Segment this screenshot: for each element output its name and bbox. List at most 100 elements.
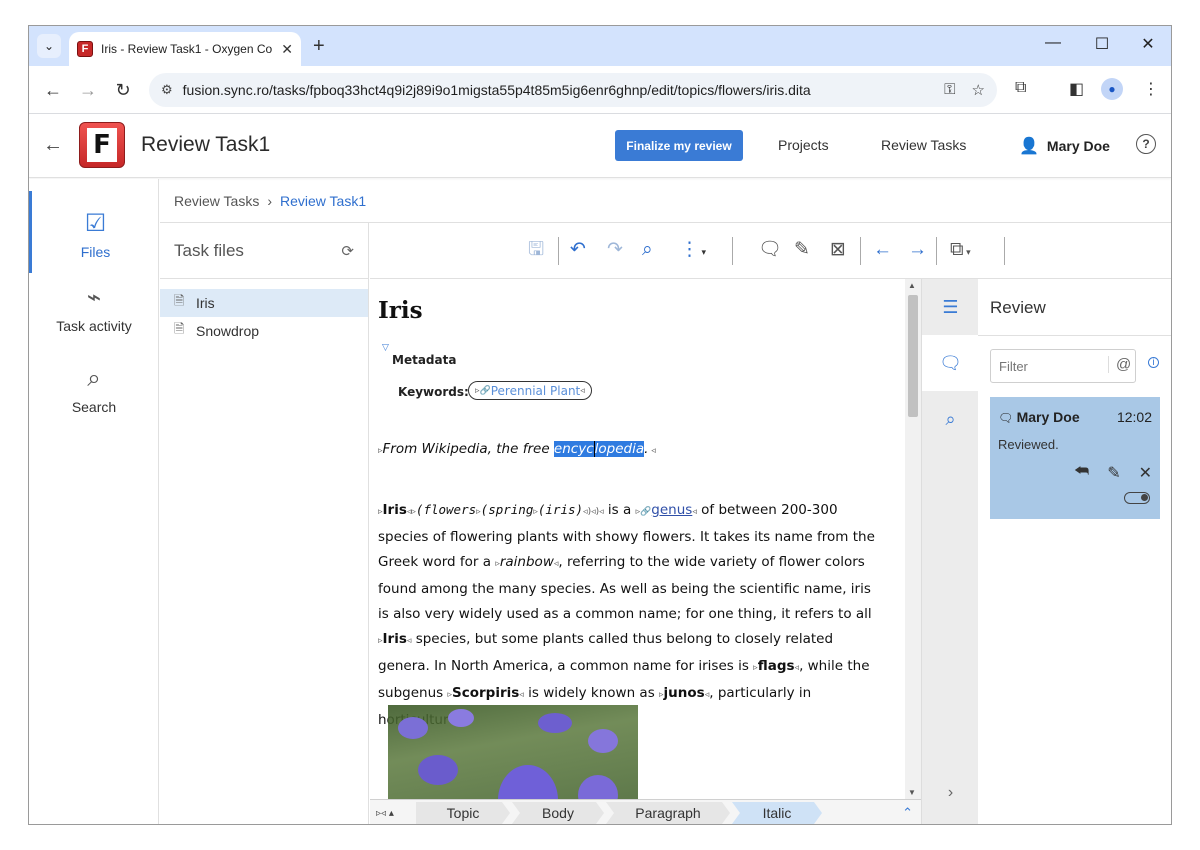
task-files-panel: Task files ⟳ 🗎 Iris 🗎 Snowdrop [160, 223, 369, 824]
scroll-up-icon[interactable]: ▲ [908, 281, 916, 290]
window-close-icon[interactable]: ✕ [1128, 34, 1168, 54]
index-spring: (spring [480, 502, 534, 517]
term-junos: junos [663, 685, 705, 701]
reply-icon[interactable]: ⮪ [1074, 463, 1089, 483]
edit-comment-icon[interactable]: ✎ [794, 239, 810, 261]
link-genus[interactable]: genus [651, 502, 692, 518]
mention-filter-icon[interactable]: @ [1108, 356, 1131, 373]
comment-time: 12:02 [1116, 409, 1152, 425]
element-crumb-paragraph[interactable]: Paragraph [606, 802, 730, 824]
next-change-icon[interactable]: → [908, 239, 927, 261]
find-icon[interactable]: ⌕ [642, 239, 653, 261]
delete-comment-icon[interactable]: ⊠ [830, 239, 846, 261]
nav-review-tasks[interactable]: Review Tasks [881, 137, 966, 153]
breadcrumb-separator-icon: › [267, 192, 272, 209]
divider [978, 335, 1171, 336]
find-comments-icon[interactable]: ⌕ [922, 391, 979, 447]
tab-close-icon[interactable]: ✕ [281, 41, 293, 58]
url-field[interactable]: ⚙ fusion.sync.ro/tasks/fpboq33hct4q9i2j8… [149, 73, 997, 107]
document-editor[interactable]: Iris ▽ Metadata Keywords: ▹🔗 Perennial P… [370, 279, 921, 799]
term-scorpiris: Scorpiris [452, 685, 520, 701]
resolve-toggle[interactable] [1124, 492, 1150, 504]
user-menu[interactable]: 👤 Mary Doe [1019, 136, 1110, 156]
toggle-tags-icon[interactable]: ▹◃ ▴ [370, 808, 416, 819]
body-paragraph: ▹Iris◃▹(flowers▹(spring▹(iris)◃)◃)◃ is a… [378, 497, 878, 733]
nav-search[interactable]: ⌕ Search [29, 365, 159, 435]
file-name: Snowdrop [196, 323, 260, 339]
term-flags: flags [757, 658, 795, 674]
scroll-down-icon[interactable]: ▼ [908, 788, 916, 797]
redo-icon[interactable]: ↷ [607, 239, 623, 261]
task-files-header: Task files ⟳ [160, 223, 368, 279]
back-icon[interactable]: ← [41, 78, 65, 102]
key-icon[interactable]: ⚿ [944, 81, 955, 99]
file-item-iris[interactable]: 🗎 Iris [160, 289, 368, 317]
copy-options-icon[interactable]: ⧉ ▾ [950, 239, 971, 263]
app-back-icon[interactable]: ← [43, 134, 63, 157]
forward-icon[interactable]: → [76, 78, 100, 102]
outline-view-icon[interactable]: ☰ [922, 279, 979, 335]
review-title: Review [990, 298, 1046, 317]
review-view-icon[interactable]: 🗨 [922, 335, 979, 391]
user-name: Mary Doe [1046, 138, 1110, 154]
breadcrumb: Review Tasks › Review Task1 [160, 179, 1171, 223]
maximize-icon[interactable]: ☐ [1082, 34, 1122, 54]
browser-tab[interactable]: F Iris - Review Task1 - Oxygen Co ✕ [69, 32, 301, 66]
nav-task-activity[interactable]: ⌁ Task activity [29, 283, 159, 353]
editor-scrollbar[interactable]: ▲ ▼ [905, 279, 921, 799]
edit-icon[interactable]: ✎ [1107, 463, 1120, 483]
comment-author: 🗨 Mary Doe [998, 409, 1080, 425]
delete-icon[interactable]: ✕ [1139, 463, 1152, 483]
add-comment-icon[interactable]: 🗨 [758, 239, 782, 261]
extensions-icon[interactable]: ⧉ [1015, 79, 1026, 97]
expand-up-icon[interactable]: ⌃ [902, 805, 913, 821]
element-crumb-body[interactable]: Body [512, 802, 604, 824]
undo-icon[interactable]: ↶ [570, 239, 586, 261]
browser-menu-icon[interactable]: ⋮ [1143, 79, 1159, 99]
element-crumb-italic[interactable]: Italic [732, 802, 822, 824]
toolbar-divider [860, 237, 861, 265]
info-icon[interactable]: i [1148, 357, 1159, 368]
file-icon: 🗎 [174, 321, 185, 336]
term-iris: Iris [382, 631, 407, 647]
reload-icon[interactable]: ↻ [111, 78, 135, 102]
expand-panel-icon[interactable]: › [922, 784, 979, 802]
more-actions-icon[interactable]: ⋮ ▾ [680, 239, 706, 263]
comment-actions: ⮪ ✎ ✕ [1074, 463, 1152, 483]
breadcrumb-review-tasks[interactable]: Review Tasks [174, 193, 259, 209]
selected-text: encyc [553, 441, 594, 457]
collapse-metadata-icon[interactable]: ▽ [382, 343, 389, 353]
comment-card[interactable]: 🗨 Mary Doe 12:02 Reviewed. ⮪ ✎ ✕ [990, 397, 1160, 519]
nav-files[interactable]: ☑ Files [29, 191, 159, 273]
image-detail [418, 755, 458, 785]
toolbar-divider [936, 237, 937, 265]
breadcrumb-current[interactable]: Review Task1 [280, 193, 366, 209]
new-tab-icon[interactable]: + [313, 35, 325, 57]
file-item-snowdrop[interactable]: 🗎 Snowdrop [160, 317, 368, 345]
keyword-link[interactable]: ▹🔗 Perennial Plant ◃ [468, 381, 592, 400]
profile-avatar-icon[interactable]: ● [1101, 78, 1123, 100]
search-icon: ⌕ [87, 365, 101, 392]
image-detail [498, 765, 558, 799]
index-flowers: (flowers [415, 502, 477, 517]
scrollbar-thumb[interactable] [908, 295, 918, 417]
keyword-text: Perennial Plant [490, 383, 581, 398]
comment-icon: 🗨 [998, 411, 1017, 425]
tab-search-icon[interactable]: ⌄ [37, 34, 61, 58]
save-icon[interactable]: 🖫 [528, 239, 544, 261]
previous-change-icon[interactable]: ← [873, 239, 892, 261]
minimize-icon[interactable]: — [1033, 34, 1073, 52]
nav-projects[interactable]: Projects [778, 137, 829, 153]
site-settings-icon[interactable]: ⚙ [161, 82, 173, 98]
bookmark-star-icon[interactable]: ☆ [972, 81, 985, 99]
nav-files-label: Files [80, 244, 111, 260]
tab-title: Iris - Review Task1 - Oxygen Co [101, 42, 273, 56]
shortdesc-text: From Wikipedia, the free [382, 441, 554, 457]
element-crumb-topic[interactable]: Topic [416, 802, 510, 824]
tag-start-icon: ▹🔗 [475, 385, 491, 396]
sidepanel-icon[interactable]: ◧ [1069, 79, 1084, 99]
finalize-review-button[interactable]: Finalize my review [615, 130, 743, 161]
refresh-icon[interactable]: ⟳ [341, 242, 354, 260]
logo-letter: F [87, 128, 117, 162]
help-icon[interactable]: ? [1136, 134, 1156, 154]
